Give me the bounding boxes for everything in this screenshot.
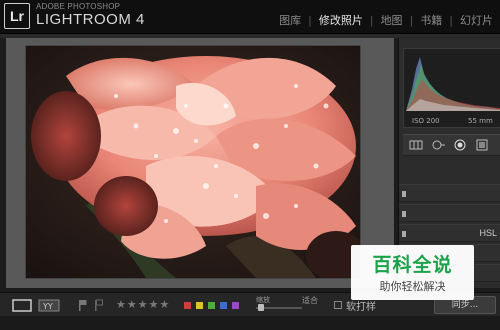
fit-label: 适合 [302, 296, 318, 305]
graduated-filter-icon[interactable] [475, 138, 489, 152]
module-slideshow[interactable]: 幻灯片 [453, 12, 500, 28]
color-label-red[interactable] [184, 302, 191, 309]
panel-tone-curve[interactable] [399, 204, 500, 222]
histogram-graph [406, 57, 500, 111]
histogram: ISO 200 55 mm [403, 48, 500, 128]
loupe-view-icon[interactable] [12, 299, 32, 312]
watermark-subtitle: 助你轻松解决 [379, 280, 446, 293]
before-after-icon[interactable]: YY [38, 299, 60, 312]
lightroom-logo: Lr [4, 3, 30, 29]
image-view [6, 38, 394, 288]
module-develop[interactable]: 修改照片 [312, 12, 370, 28]
panel-collapse-icon [402, 211, 406, 217]
panel-hsl-label: HSL [479, 228, 497, 238]
watermark-title: 百科全说 [372, 254, 453, 276]
color-label-yellow[interactable] [196, 302, 203, 309]
svg-text:YY: YY [42, 302, 53, 311]
soft-proof-checkbox[interactable] [334, 301, 342, 309]
module-map[interactable]: 地图 [374, 12, 410, 28]
panel-hsl[interactable]: HSL [399, 224, 500, 242]
spot-removal-icon[interactable] [431, 138, 445, 152]
photo-rose[interactable] [26, 46, 360, 278]
red-eye-icon[interactable] [453, 138, 467, 152]
color-label-blue[interactable] [220, 302, 227, 309]
zoom-slider-knob[interactable] [258, 304, 264, 311]
star-rating[interactable]: ★★★★★ [116, 298, 170, 311]
filmstrip-bar [0, 316, 500, 330]
soft-proof-label: 软打样 [346, 302, 376, 313]
reject-flag-icon[interactable] [94, 299, 104, 312]
rose-image [26, 46, 360, 278]
flag-icon[interactable] [78, 299, 88, 312]
module-picker: 图库 | 修改照片 | 地图 | 书籍 | 幻灯片 [272, 12, 500, 28]
histogram-iso: ISO 200 [412, 117, 440, 125]
module-library[interactable]: 图库 [272, 12, 308, 28]
panel-collapse-icon [402, 231, 406, 237]
color-label-green[interactable] [208, 302, 215, 309]
watermark-badge: 百科全说 助你轻松解决 [351, 245, 474, 300]
color-label-purple[interactable] [232, 302, 239, 309]
top-bar: Lr ADOBE PHOTOSHOP LIGHTROOM 4 图库 | 修改照片… [0, 0, 500, 34]
vendor-name: ADOBE PHOTOSHOP [36, 2, 121, 11]
histogram-focal-length: 55 mm [468, 117, 493, 125]
app-title: LIGHTROOM 4 [36, 11, 145, 28]
module-book[interactable]: 书籍 [413, 12, 449, 28]
crop-grid-icon[interactable] [409, 138, 423, 152]
panel-collapse-icon [402, 191, 406, 197]
panel-basic[interactable] [399, 184, 500, 202]
tool-strip [403, 134, 500, 156]
